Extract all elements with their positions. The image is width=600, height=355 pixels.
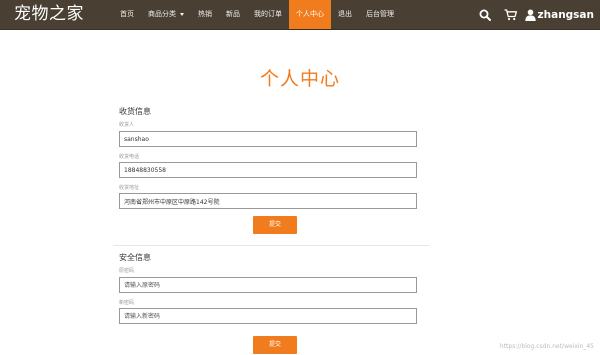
new-password-label: 新密码	[119, 300, 135, 306]
address-label: 收货地址	[119, 185, 140, 191]
new-password-input[interactable]	[119, 308, 417, 324]
receiver-input[interactable]	[119, 131, 417, 147]
nav-item-categories-label: 商品分类	[148, 10, 176, 18]
page-title: 个人中心	[259, 68, 340, 90]
user-icon	[524, 0, 538, 29]
old-password-label: 原密码	[119, 268, 135, 274]
shipping-section-title: 收货信息	[119, 107, 151, 116]
caret-down-icon	[180, 12, 184, 16]
top-navbar: 宠物之家 首页 商品分类 热销 新品 我的订单 个人中心 退出 后台管理 zha…	[0, 0, 600, 30]
address-input[interactable]	[119, 193, 417, 209]
security-submit-button[interactable]: 提交	[253, 336, 297, 354]
old-password-input[interactable]	[119, 277, 417, 293]
nav-item-admin[interactable]: 后台管理	[359, 0, 401, 29]
cart-icon[interactable]	[498, 0, 524, 29]
user-menu[interactable]: zhangsan	[524, 0, 596, 29]
security-section-title: 安全信息	[119, 253, 151, 262]
nav-item-new[interactable]: 新品	[219, 0, 247, 29]
receiver-label: 收货人	[119, 122, 135, 128]
phone-label: 收货电话	[119, 154, 140, 160]
search-icon[interactable]	[472, 0, 498, 29]
section-divider	[113, 245, 429, 246]
nav-item-orders[interactable]: 我的订单	[247, 0, 289, 29]
phone-input[interactable]	[119, 162, 417, 178]
main-nav: 首页 商品分类 热销 新品 我的订单 个人中心 退出 后台管理	[113, 0, 401, 29]
nav-item-categories[interactable]: 商品分类	[141, 0, 191, 29]
watermark: https://blog.csdn.net/weixin_45	[499, 343, 594, 350]
nav-item-home[interactable]: 首页	[113, 0, 141, 29]
brand-logo[interactable]: 宠物之家	[14, 2, 84, 26]
nav-right: zhangsan	[472, 0, 596, 29]
shipping-submit-button[interactable]: 提交	[253, 216, 297, 234]
username: zhangsan	[537, 8, 594, 21]
nav-item-profile[interactable]: 个人中心	[289, 0, 331, 29]
nav-item-hot[interactable]: 热销	[191, 0, 219, 29]
nav-item-logout[interactable]: 退出	[331, 0, 359, 29]
